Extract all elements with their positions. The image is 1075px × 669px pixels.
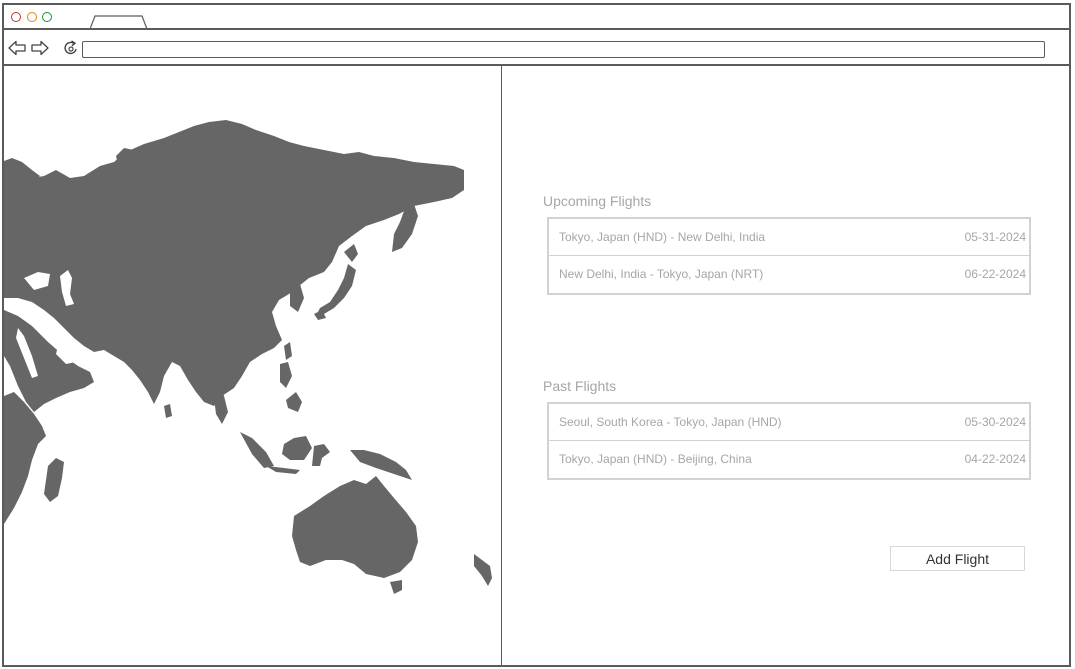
flight-date: 04-22-2024 [964,452,1026,466]
browser-tab[interactable] [90,15,148,29]
sumatra [240,432,274,468]
minimize-window-button[interactable] [27,12,37,22]
past-flights-list: Seoul, South Korea - Tokyo, Japan (HND) … [547,402,1031,480]
maximize-window-button[interactable] [42,12,52,22]
browser-window: Upcoming Flights Tokyo, Japan (HND) - Ne… [2,3,1071,667]
borneo [282,436,312,460]
flight-date: 05-30-2024 [964,415,1026,429]
forward-arrow-icon[interactable] [31,40,49,56]
add-flight-button[interactable]: Add Flight [890,546,1025,571]
page-content: Upcoming Flights Tokyo, Japan (HND) - Ne… [4,66,1069,665]
flight-route: New Delhi, India - Tokyo, Japan (NRT) [559,267,764,281]
philippines-north [280,362,292,388]
new-guinea [350,450,412,480]
flight-route: Tokyo, Japan (HND) - Beijing, China [559,452,752,466]
back-arrow-icon[interactable] [8,40,26,56]
flight-date: 05-31-2024 [964,230,1026,244]
madagascar [44,458,64,502]
africa-east-coast [4,392,46,524]
new-zealand [474,554,492,586]
title-bar [4,5,1069,30]
close-window-button[interactable] [11,12,21,22]
flight-route: Tokyo, Japan (HND) - New Delhi, India [559,230,766,244]
past-flights-heading: Past Flights [543,378,617,394]
flight-route: Seoul, South Korea - Tokyo, Japan (HND) [559,415,782,429]
world-map-panel [4,66,502,665]
java [266,466,300,474]
sulawesi [312,444,330,466]
sri-lanka [164,404,172,418]
australia [292,476,418,578]
reload-icon[interactable] [63,40,79,56]
flight-row[interactable]: Tokyo, Japan (HND) - Beijing, China 04-2… [549,440,1029,476]
asia-pacific-map [4,120,492,594]
philippines-south [286,392,302,412]
upcoming-flights-heading: Upcoming Flights [543,193,652,209]
tasmania [390,580,402,594]
flight-row[interactable]: Seoul, South Korea - Tokyo, Japan (HND) … [549,404,1029,440]
flight-row[interactable]: Tokyo, Japan (HND) - New Delhi, India 05… [549,219,1029,255]
browser-toolbar [4,30,1069,66]
address-bar[interactable] [82,41,1045,58]
flight-date: 06-22-2024 [964,267,1026,281]
upcoming-flights-list: Tokyo, Japan (HND) - New Delhi, India 05… [547,217,1031,295]
taiwan [284,342,292,360]
japan-hokkaido [344,244,358,262]
korea-peninsula [290,284,304,312]
flight-row[interactable]: New Delhi, India - Tokyo, Japan (NRT) 06… [549,255,1029,291]
